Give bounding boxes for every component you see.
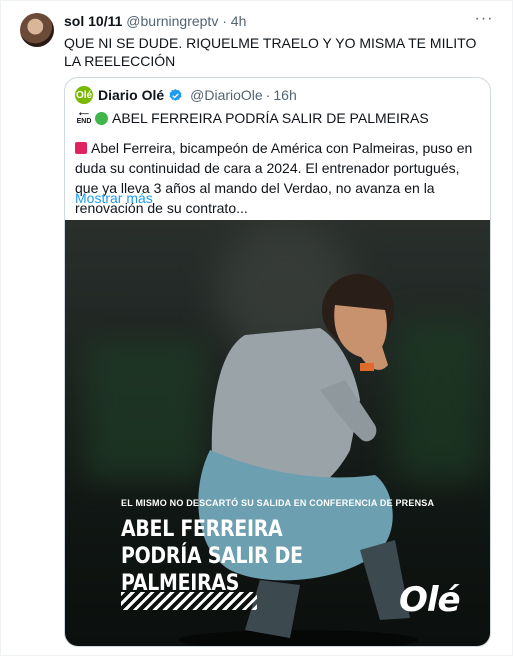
more-options-icon[interactable]: ··· [473,10,495,30]
media-title: ABEL FERREIRA PODRÍA SALIR DE PALMEIRAS [121,517,303,596]
author-name[interactable]: sol 10/11 [64,13,122,29]
quote-headline-line: ⟵ END ABEL FERREIRA PODRÍA SALIR DE PALM… [75,110,429,126]
quote-avatar[interactable]: Olé [75,86,93,104]
tweet-time[interactable]: 4h [231,13,247,29]
avatar[interactable] [20,13,54,47]
quote-media-image[interactable]: EL MISMO NO DESCARTÓ SU SALIDA EN CONFER… [65,220,490,646]
separator-dot: · [222,13,227,29]
green-circle-icon [95,111,108,125]
show-more-link[interactable]: Mostrar más [75,190,153,206]
media-subtitle: EL MISMO NO DESCARTÓ SU SALIDA EN CONFER… [121,498,435,508]
quote-header: Olé Diario Olé @DiarioOle · 16h [75,86,297,104]
tweet-text: QUE NI SE DUDE. RIQUELME TRAELO Y YO MIS… [64,35,477,69]
quote-author-name[interactable]: Diario Olé [98,87,164,103]
tweet-header: sol 10/11 @burningreptv · 4h [64,13,246,29]
quote-separator-dot: · [265,87,271,103]
end-arrow-icon: ⟵ END [76,111,92,125]
siren-icon [75,142,87,154]
ole-brand-logo: Olé [399,580,461,620]
decorative-stripes [121,592,257,610]
quote-author-handle[interactable]: @DiarioOle [190,87,263,103]
verified-badge-icon [168,88,183,103]
quote-headline: ABEL FERREIRA PODRÍA SALIR DE PALMEIRAS [112,110,429,126]
quoted-tweet[interactable]: Olé Diario Olé @DiarioOle · 16h ⟵ END AB… [64,77,491,647]
author-handle[interactable]: @burningreptv [126,13,218,29]
quote-body: Abel Ferreira, bicampeón de América con … [75,140,473,216]
quote-time[interactable]: 16h [273,87,296,103]
